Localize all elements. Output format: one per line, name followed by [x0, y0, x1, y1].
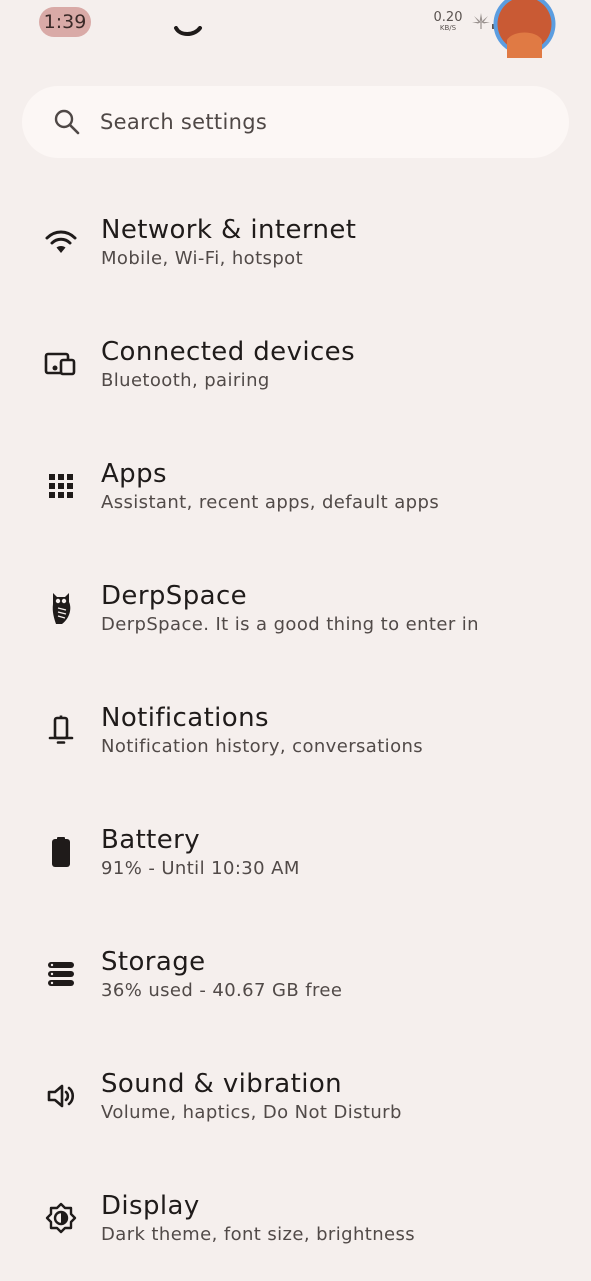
devices-icon [42, 345, 80, 383]
settings-item-display[interactable]: Display Dark theme, font size, brightnes… [0, 1159, 591, 1281]
network-speed-unit: KB/S [439, 24, 457, 32]
speaker-icon [42, 1077, 80, 1115]
settings-item-title: Notifications [101, 703, 269, 733]
settings-item-notifications[interactable]: Notifications Notification history, conv… [0, 671, 591, 793]
settings-item-subtitle: Volume, haptics, Do Not Disturb [101, 1102, 402, 1123]
wifi-icon [42, 223, 80, 261]
weed-icon [471, 12, 491, 34]
settings-item-title: Network & internet [101, 215, 357, 245]
battery-icon [42, 833, 80, 871]
settings-item-subtitle: Notification history, conversations [101, 736, 424, 757]
notification-icon [42, 711, 80, 749]
settings-item-battery[interactable]: Battery 91% - Until 10:30 AM [0, 793, 591, 915]
avatar[interactable] [493, 0, 556, 58]
settings-list: Network & internet Mobile, Wi‑Fi, hotspo… [0, 183, 591, 1281]
settings-item-subtitle: Mobile, Wi‑Fi, hotspot [101, 248, 304, 269]
settings-item-title: Apps [101, 459, 167, 489]
settings-item-sound[interactable]: Sound & vibration Volume, haptics, Do No… [0, 1037, 591, 1159]
settings-item-subtitle: Bluetooth, pairing [101, 370, 270, 391]
settings-item-connected-devices[interactable]: Connected devices Bluetooth, pairing [0, 305, 591, 427]
display-brightness-icon [42, 1199, 80, 1237]
status-bar: 1:39 0.20 KB/S HD [0, 0, 591, 58]
settings-item-subtitle: Dark theme, font size, brightness [101, 1224, 416, 1245]
storage-icon [42, 955, 80, 993]
settings-item-apps[interactable]: Apps Assistant, recent apps, default app… [0, 427, 591, 549]
apps-grid-icon [42, 467, 80, 505]
settings-item-network[interactable]: Network & internet Mobile, Wi‑Fi, hotspo… [0, 183, 591, 305]
settings-item-subtitle: DerpSpace. It is a good thing to enter i… [101, 614, 479, 635]
search-bar[interactable]: Search settings [22, 86, 569, 158]
settings-item-subtitle: Assistant, recent apps, default apps [101, 492, 440, 513]
settings-item-title: DerpSpace [101, 581, 248, 611]
network-speed-value: 0.20 [433, 10, 463, 25]
page-title-partial [172, 26, 204, 48]
network-speed-indicator: 0.20 KB/S [430, 11, 466, 32]
settings-item-subtitle: 36% used - 40.67 GB free [101, 980, 343, 1001]
settings-item-storage[interactable]: Storage 36% used - 40.67 GB free [0, 915, 591, 1037]
status-time[interactable]: 1:39 [39, 7, 91, 37]
settings-item-derpspace[interactable]: DerpSpace DerpSpace. It is a good thing … [0, 549, 591, 671]
settings-item-title: Display [101, 1191, 200, 1221]
settings-item-title: Storage [101, 947, 206, 977]
settings-item-title: Sound & vibration [101, 1069, 343, 1099]
settings-item-title: Battery [101, 825, 201, 855]
owl-icon [42, 589, 80, 627]
settings-item-title: Connected devices [101, 337, 356, 367]
settings-item-subtitle: 91% - Until 10:30 AM [101, 858, 300, 879]
search-input-placeholder: Search settings [100, 110, 268, 134]
search-icon [53, 108, 81, 136]
